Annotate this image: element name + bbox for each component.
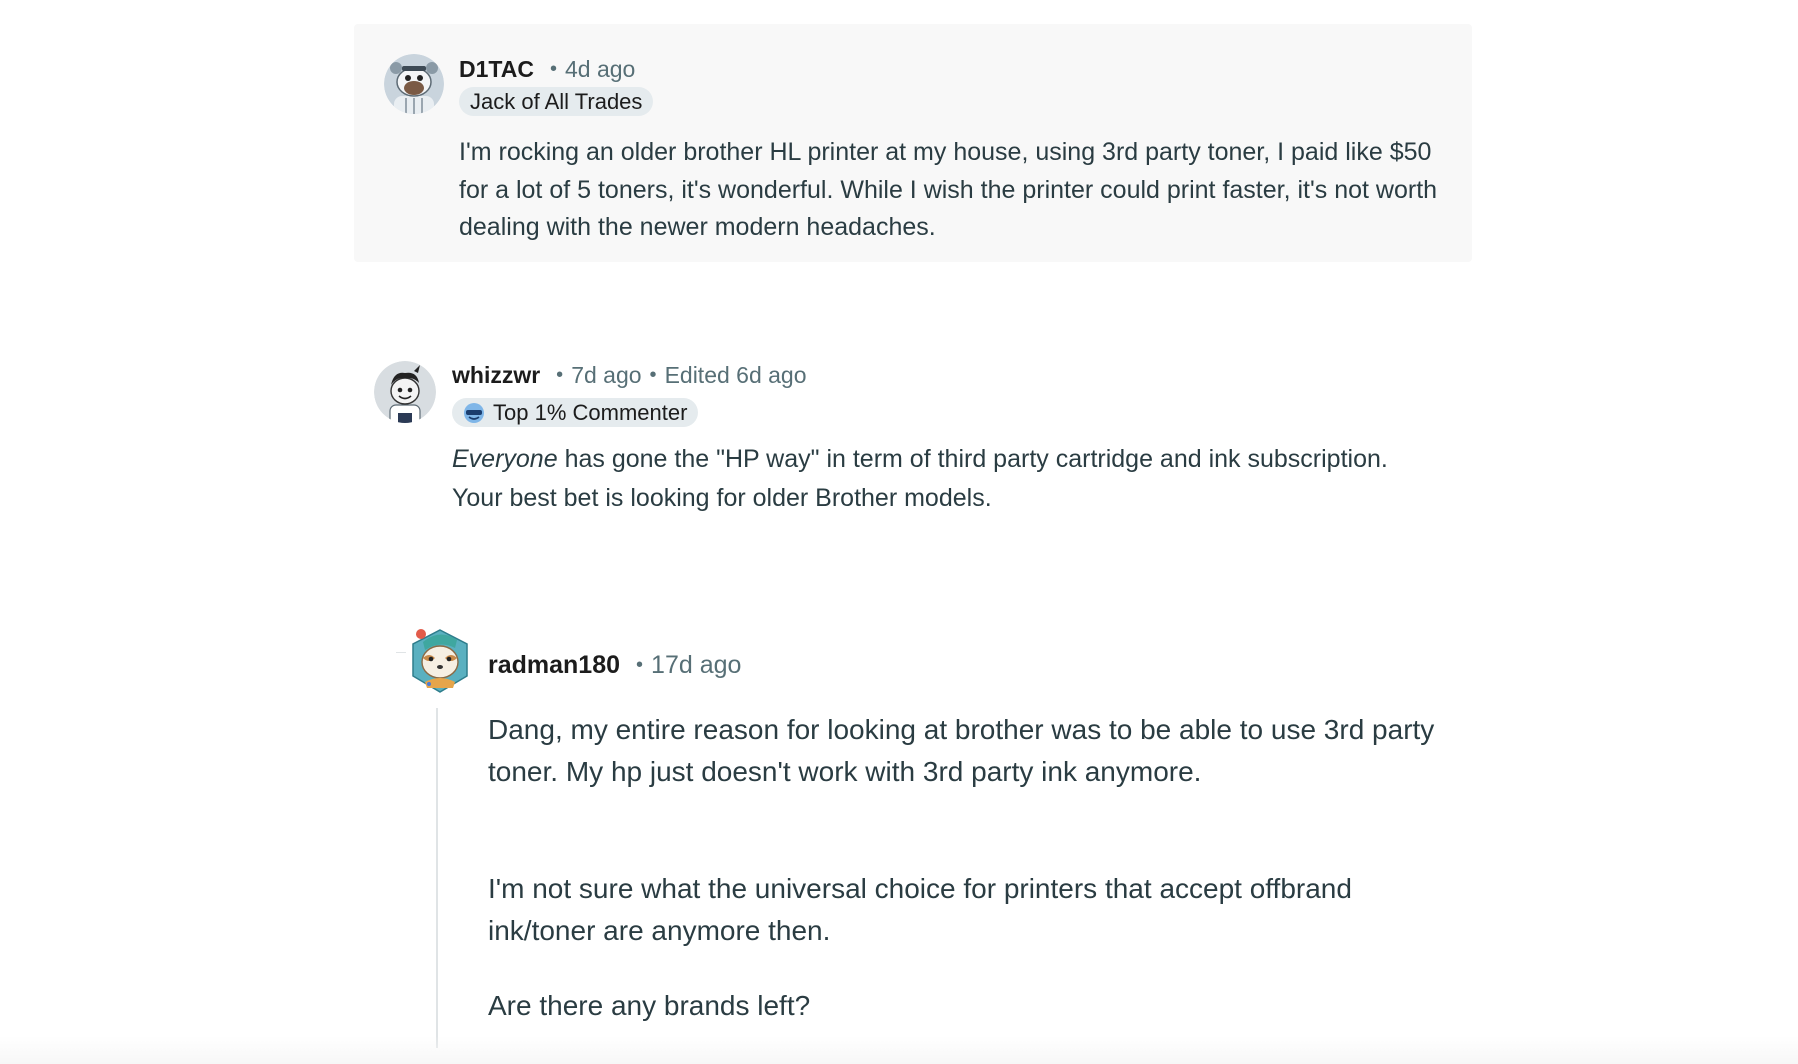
bottom-fade [0, 1036, 1798, 1064]
separator-dot: • [636, 653, 644, 676]
comment-paragraph: Are there any brands left? [488, 990, 811, 1021]
edited-timestamp: Edited 6d ago [664, 361, 807, 388]
snoo-avatar-icon [374, 361, 436, 423]
user-flair: Top 1% Commenter [452, 398, 699, 427]
user-avatar[interactable] [374, 361, 436, 423]
user-avatar[interactable] [409, 624, 471, 696]
comment-timestamp[interactable]: 17d ago [651, 651, 741, 680]
thread-connector [396, 652, 406, 653]
separator-dot: • [549, 57, 557, 80]
username-link[interactable]: radman180 [488, 651, 620, 680]
top-commenter-icon [463, 402, 485, 424]
comment-paragraph: Dang, my entire reason for looking at br… [488, 714, 1435, 787]
snoo-avatar-icon [412, 629, 468, 693]
thread-line[interactable] [436, 708, 438, 1048]
snoo-avatar-icon [384, 54, 444, 114]
comment-meta: radman180 • 17d ago [488, 648, 741, 682]
user-avatar[interactable] [384, 54, 444, 114]
separator-dot: • [556, 363, 564, 386]
username-link[interactable]: whizzwr [452, 362, 540, 389]
user-flair: Jack of All Trades [459, 87, 654, 116]
separator-dot: • [649, 363, 657, 386]
comment-timestamp[interactable]: 7d ago [571, 362, 641, 389]
comment-meta: whizzwr • 7d ago • Edited 6d ago [452, 360, 807, 390]
body-emphasis: Everyone [452, 445, 558, 473]
username-link[interactable]: D1TAC [459, 56, 534, 83]
body-text: has gone the "HP way" in term of third p… [452, 445, 1388, 512]
comment-body: Everyone has gone the "HP way" in term o… [452, 440, 1412, 517]
comment-meta: D1TAC • 4d ago [459, 54, 635, 84]
comment-timestamp[interactable]: 4d ago [565, 56, 635, 83]
flair-label: Jack of All Trades [470, 88, 643, 114]
comment-body: I'm rocking an older brother HL printer … [459, 138, 1438, 241]
comment-thread: D1TAC • 4d ago Jack of All Trades I'm ro… [0, 0, 1798, 1064]
flair-label: Top 1% Commenter [493, 399, 688, 425]
comment-paragraph: I'm not sure what the universal choice f… [488, 873, 1352, 946]
